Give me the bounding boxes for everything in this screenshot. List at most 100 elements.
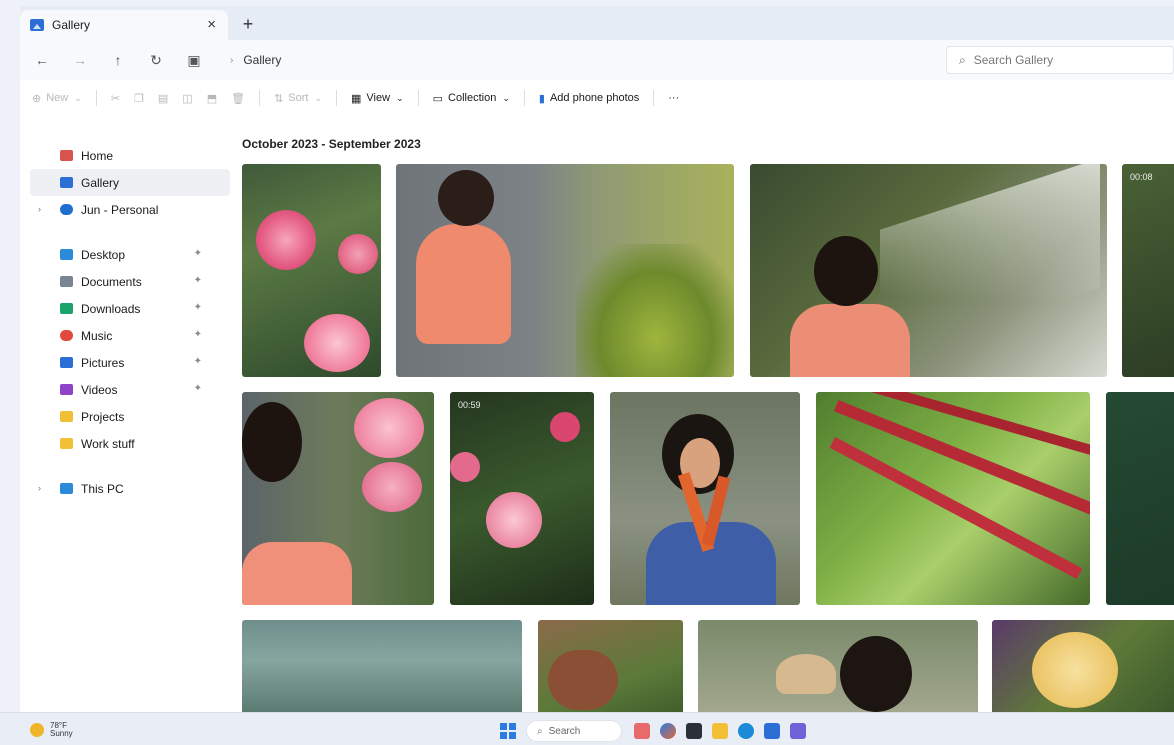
copilot-icon[interactable] [660,723,676,739]
copy-button[interactable]: ❐ [134,92,144,105]
taskbar: 78°F Sunny ⌕ Search [0,712,1174,745]
pictures-icon [60,357,73,368]
chevron-right-icon[interactable]: › [38,483,41,493]
new-label: New [46,92,69,104]
sidebar-item-desktop[interactable]: Desktop ✦ [30,241,230,268]
sidebar-item-label: Pictures [81,355,125,370]
sidebar-item-projects[interactable]: Projects [30,403,230,430]
photo-thumbnail-gardening[interactable] [396,164,734,377]
divider [259,90,261,106]
collection-button[interactable]: ▭ Collection ⌄ [433,92,510,105]
new-tab-button[interactable]: + [234,10,262,38]
pin-icon[interactable]: ✦ [194,383,202,394]
sidebar-item-label: Work stuff [81,436,135,451]
new-button[interactable]: ⊕ New ⌄ [32,92,82,105]
divider [653,90,655,106]
photo-thumbnail-succulents[interactable] [242,620,522,712]
sidebar-item-documents[interactable]: Documents ✦ [30,268,230,295]
sidebar-item-work-stuff[interactable]: Work stuff [30,430,230,457]
photo-thumbnail-carrots[interactable] [610,392,800,605]
videos-icon [60,384,73,395]
rename-button[interactable]: ◫ [182,92,192,105]
pin-icon[interactable]: ✦ [194,329,202,340]
teams-icon[interactable] [790,723,806,739]
sidebar-item-this-pc[interactable]: › This PC [30,475,230,502]
weather-widget[interactable]: 78°F Sunny [30,722,73,738]
sidebar-item-onedrive[interactable]: › Jun - Personal [30,196,230,223]
search-input[interactable]: ⌕ Search Gallery [946,46,1174,74]
pin-icon[interactable]: ✦ [194,275,202,286]
delete-button[interactable]: 🗑 [231,92,245,105]
refresh-icon[interactable]: ↻ [144,48,168,72]
sidebar-item-label: Music [81,328,113,343]
chevron-down-icon: ⌄ [314,92,323,103]
folder-icon [60,411,73,422]
photo-thumbnail-leaf[interactable] [1106,392,1174,605]
date-group-heading: October 2023 - September 2023 [242,137,421,151]
tab-gallery[interactable]: Gallery × [20,10,228,40]
sidebar-item-downloads[interactable]: Downloads ✦ [30,295,230,322]
photo-thumbnail-hands[interactable] [538,620,683,712]
back-arrow-icon[interactable]: ← [30,48,54,72]
cut-button[interactable]: ✂ [111,92,120,105]
sidebar-item-pictures[interactable]: Pictures ✦ [30,349,230,376]
taskbar-search-label: Search [548,725,581,737]
edge-icon[interactable] [738,723,754,739]
photo-thumbnail-portrait[interactable] [698,620,978,712]
photo-thumbnail-cauliflower[interactable] [992,620,1174,712]
divider [523,90,525,106]
sidebar-item-videos[interactable]: Videos ✦ [30,376,230,403]
sidebar-item-label: Videos [81,382,118,397]
documents-icon [60,276,73,287]
breadcrumb[interactable]: › Gallery [220,53,281,67]
sort-icon: ⇅ [274,92,284,105]
add-phone-photos-button[interactable]: ▮ Add phone photos [539,92,639,105]
photo-thumbnail-flowers[interactable] [242,164,381,377]
widgets-icon[interactable] [634,723,650,739]
video-duration: 00:08 [1130,172,1153,182]
sort-button[interactable]: ⇅ Sort ⌄ [274,92,322,105]
add-phone-label: Add phone photos [549,92,640,104]
sidebar-item-gallery[interactable]: Gallery [30,169,230,196]
photo-thumbnail-watering[interactable] [750,164,1107,377]
pin-icon[interactable]: ✦ [194,248,202,259]
up-arrow-icon[interactable]: ↑ [106,48,130,72]
taskbar-search[interactable]: ⌕ Search [526,720,622,742]
navigation-pane: Home Gallery › Jun - Personal Desktop ✦ … [30,142,230,502]
pin-icon[interactable]: ✦ [194,302,202,313]
windows-start-icon[interactable] [500,723,516,739]
search-icon: ⌕ [537,725,543,737]
view-icon: ▦ [351,92,362,105]
sidebar-item-label: Downloads [81,301,141,316]
forward-arrow-icon[interactable]: → [68,48,92,72]
share-icon: ⬒ [206,92,218,105]
task-view-icon[interactable] [686,723,702,739]
search-icon: ⌕ [959,52,966,67]
photo-thumbnail-roses[interactable] [242,392,434,605]
video-thumbnail-camellias[interactable]: 00:59 [450,392,594,605]
photo-thumbnail-chard[interactable] [816,392,1090,605]
pin-icon[interactable]: ✦ [194,356,202,367]
more-options-button[interactable]: ··· [668,92,679,104]
breadcrumb-separator: › [230,54,234,66]
close-tab-icon[interactable]: × [207,16,216,33]
sidebar-item-label: Gallery [81,175,120,190]
copy-icon: ❐ [134,92,144,105]
file-explorer-icon[interactable] [712,723,728,739]
music-icon [60,330,73,341]
paste-icon: ▤ [157,92,169,105]
rename-icon: ◫ [182,92,193,105]
breadcrumb-gallery[interactable]: Gallery [243,53,281,67]
sidebar-item-home[interactable]: Home [30,142,230,169]
home-icon [60,150,73,161]
share-button[interactable]: ⬒ [207,92,217,105]
store-icon[interactable] [764,723,780,739]
chevron-right-icon[interactable]: › [38,204,41,214]
gallery-view: October 2023 - September 2023 00:08 00:5… [242,132,1174,712]
video-thumbnail[interactable]: 00:08 [1122,164,1174,377]
paste-button[interactable]: ▤ [158,92,168,105]
gallery-icon [30,19,44,31]
view-button[interactable]: ▦ View ⌄ [351,92,404,105]
sidebar-item-music[interactable]: Music ✦ [30,322,230,349]
divider [417,90,419,106]
